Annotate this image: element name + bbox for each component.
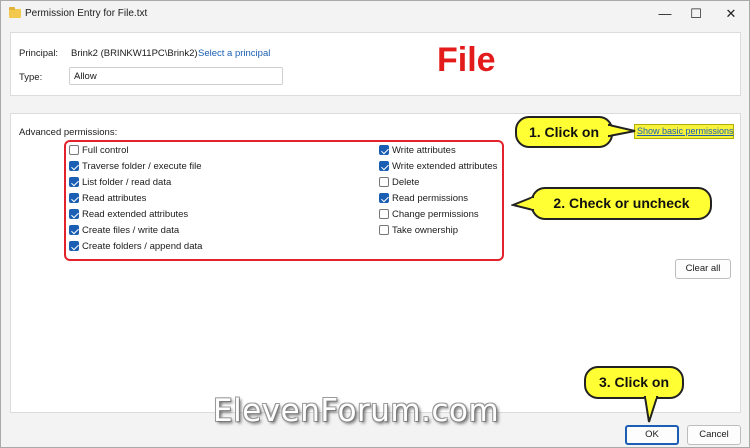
select-principal-link[interactable]: Select a principal xyxy=(198,48,270,59)
show-basic-permissions-link[interactable]: Show basic permissions xyxy=(634,124,734,139)
callout-tail-1 xyxy=(607,123,636,138)
advanced-permissions-label: Advanced permissions: xyxy=(19,127,118,138)
folder-icon xyxy=(9,7,21,18)
title-bar[interactable]: Permission Entry for File.txt — ☐ ✕ xyxy=(1,1,749,27)
clear-all-button[interactable]: Clear all xyxy=(675,259,731,279)
type-dropdown[interactable]: Allow ⌄ xyxy=(69,67,283,85)
permission-checkbox[interactable] xyxy=(379,225,389,235)
permission-label: Change permissions xyxy=(392,208,479,220)
permission-checkbox[interactable] xyxy=(379,145,389,155)
permission-checkbox[interactable] xyxy=(69,193,79,203)
permission-label: Read extended attributes xyxy=(82,208,189,220)
permission-checkbox[interactable] xyxy=(69,225,79,235)
watermark: ElevenForum.com xyxy=(213,393,500,429)
callout-step-2: 2. Check or uncheck xyxy=(531,187,712,220)
permission-traverse-folder-execute-file[interactable]: Traverse folder / execute file xyxy=(69,160,202,172)
permission-checkbox[interactable] xyxy=(69,241,79,251)
callout-step-3: 3. Click on xyxy=(584,366,684,399)
ok-button[interactable]: OK xyxy=(625,425,679,445)
permission-label: Traverse folder / execute file xyxy=(82,160,202,172)
callout-step-1: 1. Click on xyxy=(515,116,613,148)
window-title: Permission Entry for File.txt xyxy=(25,8,148,19)
cancel-button[interactable]: Cancel xyxy=(687,425,741,445)
permission-read-attributes[interactable]: Read attributes xyxy=(69,192,146,204)
permission-create-files-write-data[interactable]: Create files / write data xyxy=(69,224,179,236)
principal-label: Principal: xyxy=(19,48,59,59)
permission-read-permissions[interactable]: Read permissions xyxy=(379,192,468,204)
permission-label: Write attributes xyxy=(392,144,456,156)
permission-change-permissions[interactable]: Change permissions xyxy=(379,208,479,220)
permission-label: Write extended attributes xyxy=(392,160,498,172)
permission-label: Read attributes xyxy=(82,192,147,204)
principal-value: Brink2 (BRINKW11PC\Brink2) xyxy=(71,48,198,59)
permission-checkbox[interactable] xyxy=(69,209,79,219)
permission-list-folder-read-data[interactable]: List folder / read data xyxy=(69,176,171,188)
permission-take-ownership[interactable]: Take ownership xyxy=(379,224,458,236)
permission-write-extended-attributes[interactable]: Write extended attributes xyxy=(379,160,497,172)
permission-label: Create folders / append data xyxy=(82,240,203,252)
permission-create-folders-append-data[interactable]: Create folders / append data xyxy=(69,240,202,252)
permission-full-control[interactable]: Full control xyxy=(69,144,128,156)
chevron-down-icon: ⌄ xyxy=(74,70,82,80)
permission-read-extended-attributes[interactable]: Read extended attributes xyxy=(69,208,188,220)
permission-checkbox[interactable] xyxy=(379,161,389,171)
permission-label: Full control xyxy=(82,144,129,156)
callout-tail-3 xyxy=(643,395,659,423)
principal-panel xyxy=(10,32,741,96)
permission-entry-dialog: Permission Entry for File.txt — ☐ ✕ Prin… xyxy=(0,0,750,448)
close-button[interactable]: ✕ xyxy=(722,5,740,23)
permission-checkbox[interactable] xyxy=(379,209,389,219)
permission-label: Read permissions xyxy=(392,192,469,204)
type-label: Type: xyxy=(19,72,43,83)
callout-tail-2 xyxy=(511,195,535,212)
permission-checkbox[interactable] xyxy=(69,145,79,155)
permission-checkbox[interactable] xyxy=(379,193,389,203)
permission-checkbox[interactable] xyxy=(69,177,79,187)
permission-checkbox[interactable] xyxy=(379,177,389,187)
permission-label: Take ownership xyxy=(392,224,459,236)
permission-label: List folder / read data xyxy=(82,176,172,188)
permission-label: Delete xyxy=(392,176,420,188)
file-annotation: File xyxy=(437,41,496,79)
permission-checkbox[interactable] xyxy=(69,161,79,171)
permission-write-attributes[interactable]: Write attributes xyxy=(379,144,456,156)
permission-label: Create files / write data xyxy=(82,224,180,236)
maximize-button[interactable]: ☐ xyxy=(687,5,705,23)
permission-delete[interactable]: Delete xyxy=(379,176,419,188)
minimize-button[interactable]: — xyxy=(656,5,674,23)
